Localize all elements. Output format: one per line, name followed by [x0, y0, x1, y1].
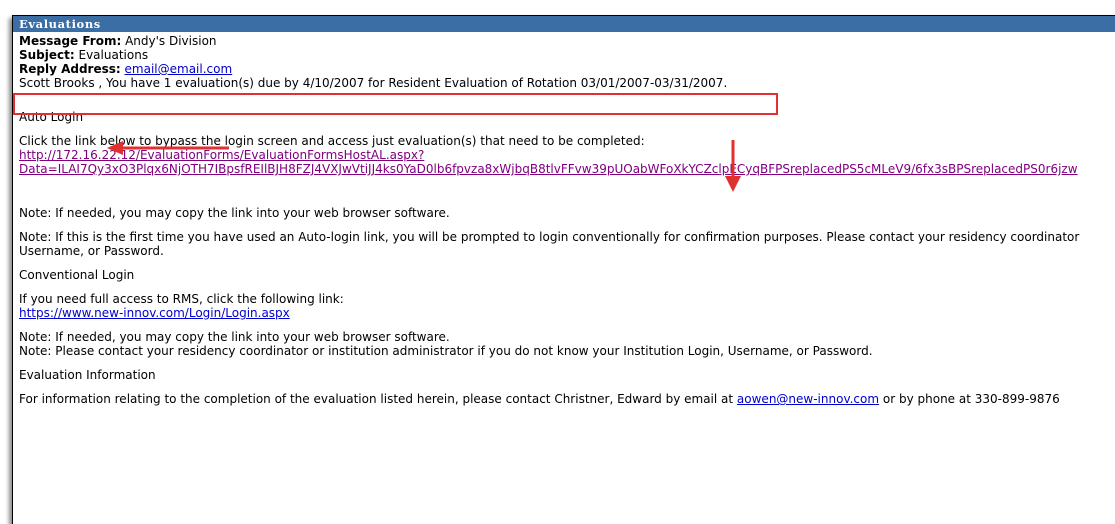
evaluation-info-text: For information relating to the completi… — [19, 392, 1115, 406]
evaluation-info-prefix: For information relating to the completi… — [19, 392, 737, 406]
auto-login-link-line2[interactable]: Data=ILAI7Qy3xO3Plqx6NjOTH7IBpsfREIlBJH8… — [19, 162, 1078, 176]
evaluation-info-heading: Evaluation Information — [19, 368, 156, 382]
down-arrow-icon — [725, 140, 741, 192]
subject-row: Subject: Evaluations — [19, 48, 1115, 62]
highlight-box — [13, 93, 778, 115]
message-from-value: Andy's Division — [121, 34, 217, 48]
note-first-time-line2: Username, or Password. — [19, 244, 164, 258]
subject-label: Subject: — [19, 48, 75, 62]
evaluations-panel: Evaluations Message From: Andy's Divisio… — [12, 15, 1115, 524]
note-copy-link-2: Note: If needed, you may copy the link i… — [19, 330, 450, 344]
message-body: Message From: Andy's Division Subject: E… — [13, 32, 1115, 406]
reply-address-link[interactable]: email@email.com — [125, 62, 233, 76]
reply-address-row: Reply Address: email@email.com — [19, 62, 1115, 76]
subject-value: Evaluations — [74, 48, 149, 62]
conventional-login-instruction: If you need full access to RMS, click th… — [19, 292, 344, 306]
note-contact-coordinator: Note: Please contact your residency coor… — [19, 344, 873, 358]
message-from-label: Message From: — [19, 34, 122, 48]
contact-email-link[interactable]: aowen@new-innov.com — [737, 392, 879, 406]
left-arrow-icon — [107, 141, 229, 155]
conventional-login-heading: Conventional Login — [19, 268, 135, 282]
panel-title: Evaluations — [13, 16, 1115, 32]
conventional-login-link[interactable]: https://www.new-innov.com/Login/Login.as… — [19, 306, 290, 320]
due-notice: Scott Brooks , You have 1 evaluation(s) … — [19, 76, 728, 90]
reply-address-label: Reply Address: — [19, 62, 121, 76]
evaluation-info-suffix: or by phone at 330-899-9876 — [879, 392, 1060, 406]
message-from-row: Message From: Andy's Division — [19, 34, 1115, 48]
note-copy-link-1: Note: If needed, you may copy the link i… — [19, 206, 450, 220]
note-first-time-line1: Note: If this is the first time you have… — [19, 230, 1080, 244]
